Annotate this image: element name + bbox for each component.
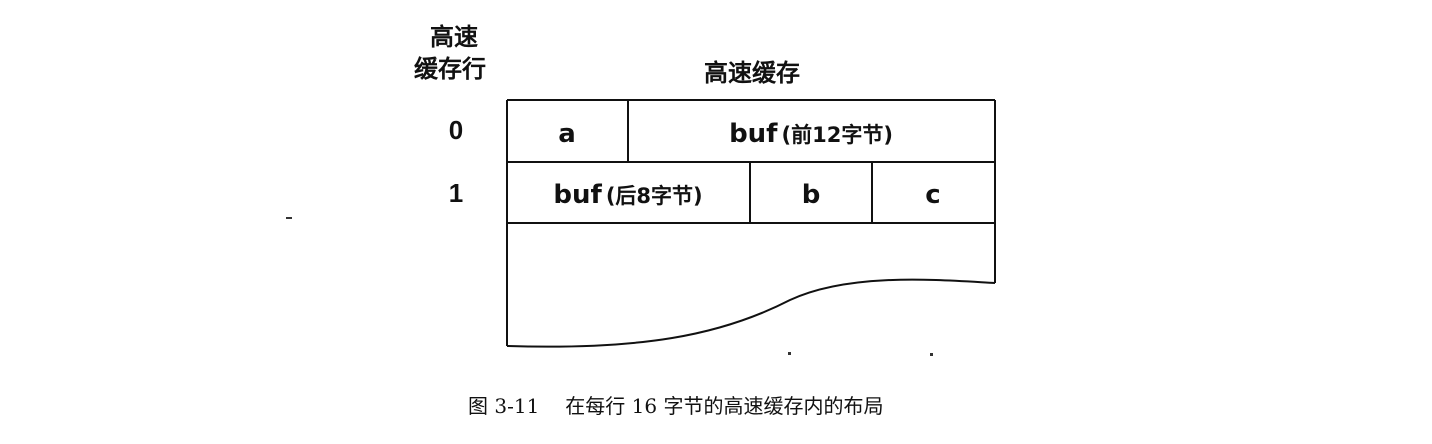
speck-left [286, 217, 292, 219]
figure-caption: 图 3-11 在每行 16 字节的高速缓存内的布局 [468, 390, 883, 419]
figure-number: 图 3-11 [468, 394, 540, 418]
figure-caption-text: 在每行 16 字节的高速缓存内的布局 [565, 394, 884, 418]
cache-wavy-bottom [506, 278, 996, 348]
cache-layout-diagram: a buf (前12字节) buf (后8字节) b c [286, 99, 996, 356]
row1-cell-buf: buf (后8字节) [553, 180, 702, 210]
speck-bottom-1 [788, 352, 791, 355]
row1-cell-b: b [802, 180, 821, 210]
speck-bottom-2 [930, 353, 933, 356]
row0-cell-buf: buf (前12字节) [729, 119, 893, 149]
row0-cell-a: a [558, 119, 576, 149]
row1-cell-c: c [925, 180, 940, 210]
